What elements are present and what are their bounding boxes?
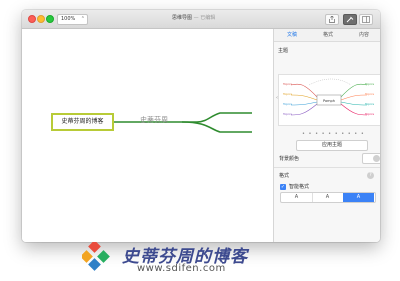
background-color-picker[interactable] — [362, 153, 380, 164]
segment-option-2[interactable]: A — [312, 193, 344, 202]
help-icon[interactable]: ? — [367, 172, 374, 179]
preview-center-topic: Pomph — [323, 99, 335, 103]
child-topic-label[interactable]: 史蒂芬周 — [140, 115, 168, 125]
segment-option-3[interactable]: A — [343, 193, 374, 202]
background-color-label: 背景颜色 — [279, 156, 300, 162]
title-bar: 100% ⌃ 思维导图 — 已编辑 — [22, 10, 380, 29]
minimize-window-button[interactable] — [37, 15, 45, 23]
zoom-window-button[interactable] — [46, 15, 54, 23]
theme-section-title: 主题 — [278, 48, 289, 54]
preview-right-topic-4: Topics — [364, 112, 375, 116]
divider — [274, 167, 380, 168]
brush-icon — [346, 16, 354, 23]
theme-preview[interactable]: Pomph Topics Topics Topics Topics Topics… — [276, 74, 380, 126]
tab-content[interactable]: 内容 — [346, 29, 380, 41]
apply-theme-button[interactable]: 应用主题 — [296, 140, 368, 151]
tab-style[interactable]: 格式 — [310, 29, 346, 41]
preview-left-topic-3: Topics — [282, 102, 293, 106]
share-icon — [329, 16, 335, 23]
theme-preview-graphic: Pomph Topics Topics Topics Topics Topics… — [282, 78, 375, 116]
tab-document[interactable]: 文稿 — [274, 29, 310, 41]
title-separator: — — [192, 15, 201, 21]
theme-page-dots[interactable]: • • • • • • • • • • — [302, 131, 365, 137]
smart-style-label: 智能格式 — [289, 184, 310, 190]
preview-right-topic-2: Topics — [364, 92, 375, 96]
chevron-updown-icon: ⌃ — [80, 16, 85, 22]
preview-right-topic-3: Topics — [364, 102, 375, 106]
smart-style-checkbox[interactable]: ✓ — [280, 184, 286, 190]
mindmap-canvas[interactable]: 史蒂芬周的博客 史蒂芬周 — [22, 29, 273, 242]
document-status: 已编辑 — [200, 15, 216, 21]
preview-left-topic-2: Topics — [282, 92, 293, 96]
branch-lines — [114, 112, 252, 133]
watermark: 史蒂芬周的博客 www.sdifen.com — [82, 240, 322, 278]
theme-prev-arrow-icon[interactable]: ‹ — [276, 95, 278, 101]
zoom-select[interactable]: 100% ⌃ — [57, 14, 88, 25]
document-title: 思维导图 — 已编辑 — [172, 14, 215, 23]
layout-segmented-control: A A A — [280, 192, 376, 203]
app-window: 100% ⌃ 思维导图 — 已编辑 史蒂芬周的博客 史蒂芬周 文稿 格式 内容 … — [22, 10, 380, 242]
zoom-value: 100% — [61, 16, 76, 22]
style-section-title: 格式 — [279, 173, 290, 179]
document-name: 思维导图 — [172, 15, 193, 21]
sidebar-icon — [362, 16, 370, 23]
logo-icon — [82, 242, 110, 271]
preview-left-topic-1: Topics — [282, 82, 293, 86]
inspector-tabs: 文稿 格式 内容 — [274, 29, 380, 42]
format-inspector-button[interactable] — [343, 14, 357, 25]
close-window-button[interactable] — [28, 15, 36, 23]
share-button[interactable] — [325, 14, 339, 25]
watermark-url: www.sdifen.com — [137, 263, 226, 274]
toggle-sidebar-button[interactable] — [359, 14, 373, 25]
segment-option-1[interactable]: A — [281, 193, 313, 202]
color-knob-icon — [373, 155, 380, 162]
inspector-sidebar: 文稿 格式 内容 主题 Pomph Topics Topics Topics T… — [273, 29, 380, 242]
root-topic-node[interactable]: 史蒂芬周的博客 — [51, 113, 114, 131]
preview-left-topic-4: Topics — [282, 112, 293, 116]
preview-right-topic-1: Topics — [364, 82, 375, 86]
